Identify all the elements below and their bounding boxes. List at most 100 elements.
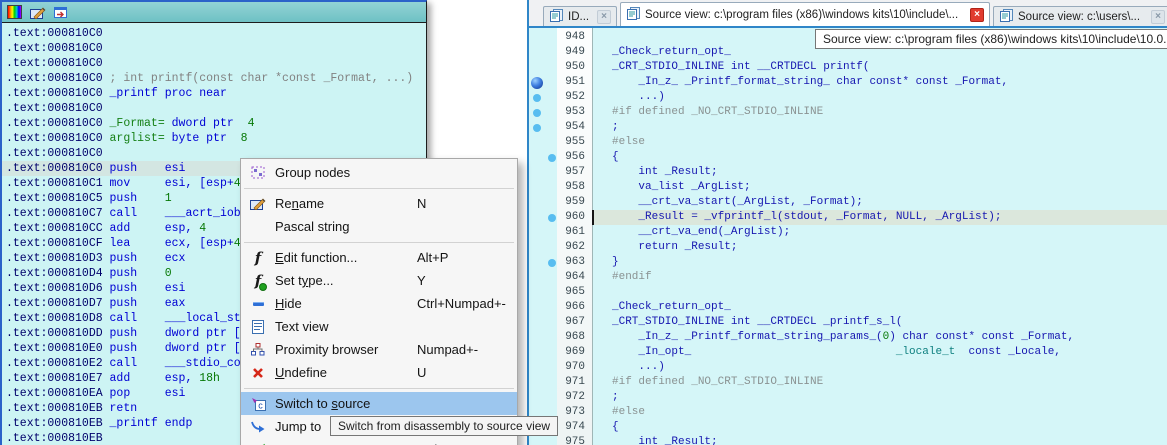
menu-item-hide[interactable]: Hide Ctrl+Numpad+- <box>241 292 517 315</box>
source-gutter[interactable]: 958 <box>529 180 592 195</box>
tab-close-icon[interactable]: × <box>970 7 984 22</box>
source-gutter[interactable]: 962 <box>529 240 592 255</box>
source-line[interactable]: 966 _Check_return_opt_ <box>529 300 1167 315</box>
source-line[interactable]: 958 va_list _ArgList; <box>529 180 1167 195</box>
disasm-line[interactable]: .text:000810C0 <box>6 41 426 56</box>
source-gutter[interactable]: 964 <box>529 270 592 285</box>
source-gutter[interactable]: 955 <box>529 135 592 150</box>
source-gutter[interactable]: 959 <box>529 195 592 210</box>
source-line[interactable]: 967 _CRT_STDIO_INLINE int __CRTDECL _prin… <box>529 315 1167 330</box>
disasm-line[interactable]: .text:000810C0 <box>6 56 426 71</box>
source-gutter[interactable]: 953 <box>529 105 592 120</box>
menu-item-switch-to-source[interactable]: c Switch to source <box>241 392 517 415</box>
source-line[interactable]: 963} <box>529 255 1167 270</box>
source-line[interactable]: 974 { <box>529 420 1167 435</box>
source-line[interactable]: 968 _In_z_ _Printf_format_string_params_… <box>529 330 1167 345</box>
disasm-address: .text:000810EB <box>6 417 103 430</box>
source-gutter[interactable]: 952 <box>529 90 592 105</box>
source-line[interactable]: 971 #if defined _NO_CRT_STDIO_INLINE <box>529 375 1167 390</box>
menu-item-text-view[interactable]: Text view <box>241 315 517 338</box>
colors-icon[interactable] <box>6 5 23 20</box>
source-gutter[interactable]: 966 <box>529 300 592 315</box>
menu-item-set-ip[interactable]: Set IPCtrl+N <box>241 438 517 445</box>
source-line[interactable]: 961 __crt_va_end(_ArgList); <box>529 225 1167 240</box>
source-gutter[interactable]: 972 <box>529 390 592 405</box>
disassembly-window-titlebar[interactable] <box>2 2 426 23</box>
marker-dot-icon[interactable] <box>548 258 556 267</box>
source-line[interactable]: 950 _CRT_STDIO_INLINE int __CRTDECL print… <box>529 60 1167 75</box>
source-line[interactable]: 951 _In_z_ _Printf_format_string_ char c… <box>529 75 1167 90</box>
source-gutter[interactable]: 960 <box>529 210 592 225</box>
tab-0[interactable]: ID... × <box>543 6 617 26</box>
menu-item-rename[interactable]: Rename N <box>241 192 517 215</box>
breakpoint-sphere-icon[interactable] <box>531 76 543 89</box>
line-number: 969 <box>565 346 585 358</box>
marker-dot-icon[interactable] <box>533 108 541 117</box>
context-menu: Group nodes Rename N Pascal string f Edit fun… <box>240 158 518 445</box>
tab-close-icon[interactable]: × <box>597 9 611 24</box>
disasm-line[interactable]: .text:000810C0 _Format= dword ptr 4 <box>6 116 426 131</box>
menu-item-pascal-string[interactable]: Pascal string <box>241 215 517 238</box>
proximity-browser-icon <box>241 343 275 356</box>
menu-item-edit-function[interactable]: f Edit function... Alt+P <box>241 246 517 269</box>
disasm-segment: dword ptr <box>164 117 234 130</box>
source-line[interactable]: 959 __crt_va_start(_ArgList, _Format); <box>529 195 1167 210</box>
source-line[interactable]: 956 { <box>529 150 1167 165</box>
tab-2[interactable]: Source view: c:\users\... × <box>993 6 1167 26</box>
source-gutter[interactable]: 967 <box>529 315 592 330</box>
menu-item-undefine[interactable]: Undefine U <box>241 361 517 384</box>
code-segment: #else <box>612 136 646 148</box>
menu-item-group-nodes[interactable]: Group nodes <box>241 161 517 184</box>
source-line[interactable]: 954; <box>529 120 1167 135</box>
source-line[interactable]: 952 ...) <box>529 90 1167 105</box>
source-gutter[interactable]: 969 <box>529 345 592 360</box>
source-gutter[interactable]: 951 <box>529 75 592 90</box>
source-code-area[interactable]: 948 949 _Check_return_opt_ 950 _CRT_STDIO_IN… <box>529 26 1167 445</box>
source-gutter[interactable]: 963 <box>529 255 592 270</box>
menu-item-label: Pascal string <box>275 219 350 234</box>
source-gutter[interactable]: 950 <box>529 60 592 75</box>
source-line[interactable]: 960 _Result = _vfprintf_l(stdout, _Forma… <box>529 210 1167 225</box>
source-gutter[interactable]: 948 <box>529 30 592 45</box>
source-line[interactable]: 969 _In_opt_ _locale_t const _Locale, <box>529 345 1167 360</box>
source-line[interactable]: 973 #else <box>529 405 1167 420</box>
source-line[interactable]: 964 #endif <box>529 270 1167 285</box>
rename-icon[interactable] <box>29 5 46 20</box>
disasm-line[interactable]: .text:000810C0 <box>6 26 426 41</box>
source-line[interactable]: 972; <box>529 390 1167 405</box>
source-gutter[interactable]: 971 <box>529 375 592 390</box>
tab-1[interactable]: Source view: c:\program files (x86)\wind… <box>620 2 990 26</box>
disasm-segment: retn <box>102 402 138 415</box>
disasm-segment: arglist= <box>102 132 165 145</box>
source-code-text: { <box>592 420 1167 435</box>
menu-item-set-type[interactable]: f Set type... Y <box>241 269 517 292</box>
disasm-line[interactable]: .text:000810C0 ; int printf(const char *… <box>6 71 426 86</box>
source-gutter[interactable]: 968 <box>529 330 592 345</box>
source-line[interactable]: 953 #if defined _NO_CRT_STDIO_INLINE <box>529 105 1167 120</box>
source-line[interactable]: 970 ...) <box>529 360 1167 375</box>
marker-dot-icon[interactable] <box>548 213 556 222</box>
tab-close-icon[interactable]: × <box>1151 9 1165 24</box>
source-gutter[interactable]: 957 <box>529 165 592 180</box>
source-line[interactable]: 965 <box>529 285 1167 300</box>
source-gutter[interactable]: 949 <box>529 45 592 60</box>
source-line[interactable]: 962 return _Result; <box>529 240 1167 255</box>
source-gutter[interactable]: 954 <box>529 120 592 135</box>
marker-dot-icon[interactable] <box>548 153 556 162</box>
source-gutter[interactable]: 970 <box>529 360 592 375</box>
source-gutter[interactable]: 956 <box>529 150 592 165</box>
source-code-text: #else <box>592 405 1167 420</box>
disasm-line[interactable]: .text:000810C0 arglist= byte ptr 8 <box>6 131 426 146</box>
source-line[interactable]: 975 int _Result; <box>529 435 1167 445</box>
marker-dot-icon[interactable] <box>533 123 541 132</box>
source-line[interactable]: 957 int _Result; <box>529 165 1167 180</box>
disasm-line[interactable]: .text:000810C0 _printf proc near <box>6 86 426 101</box>
source-line[interactable]: 955 #else <box>529 135 1167 150</box>
source-gutter[interactable]: 975 <box>529 435 592 445</box>
jump-icon[interactable] <box>52 5 69 20</box>
source-gutter[interactable]: 961 <box>529 225 592 240</box>
menu-item-proximity-browser[interactable]: Proximity browser Numpad+- <box>241 338 517 361</box>
marker-dot-icon[interactable] <box>533 93 541 102</box>
disasm-line[interactable]: .text:000810C0 <box>6 101 426 116</box>
source-gutter[interactable]: 965 <box>529 285 592 300</box>
